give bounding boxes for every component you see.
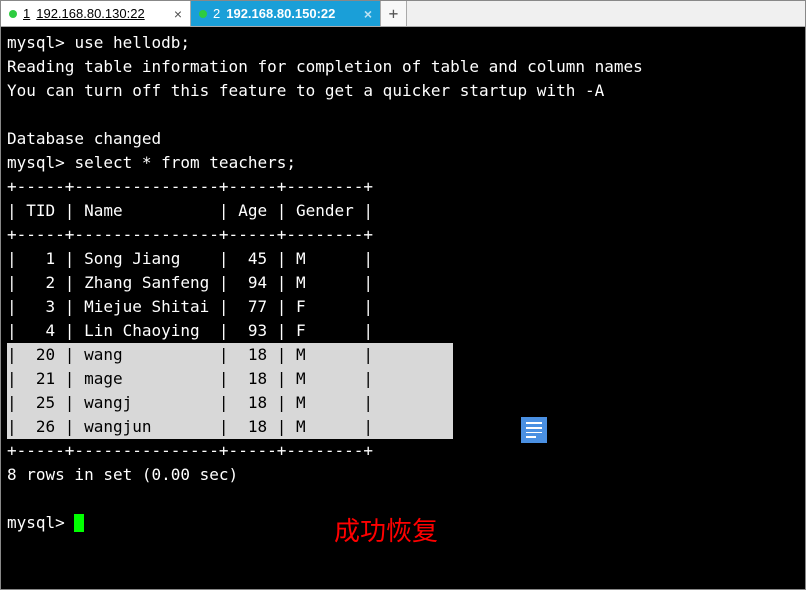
- tab-title: 192.168.80.130:22: [36, 6, 144, 21]
- tab-session-2[interactable]: 2 192.168.80.150:22 ×: [191, 1, 381, 26]
- status-dot-icon: [9, 10, 17, 18]
- command-select: select * from teachers;: [74, 153, 296, 172]
- table-row: | 4 | Lin Chaoying | 93 | F |: [7, 321, 373, 340]
- table-row: | 1 | Song Jiang | 45 | M |: [7, 249, 373, 268]
- tab-number: 1: [23, 6, 30, 21]
- prompt: mysql>: [7, 513, 65, 532]
- table-row-highlighted: | 21 | mage | 18 | M |: [7, 367, 453, 391]
- prompt: mysql>: [7, 33, 65, 52]
- table-row-highlighted: | 26 | wangjun | 18 | M |: [7, 415, 453, 439]
- status-dot-icon: [199, 10, 207, 18]
- annotation-text: 成功恢复: [334, 512, 438, 551]
- tab-session-1[interactable]: 1 192.168.80.130:22 ×: [1, 1, 191, 26]
- msg-reading: Reading table information for completion…: [7, 57, 643, 76]
- close-icon[interactable]: ×: [174, 6, 182, 22]
- new-tab-button[interactable]: +: [381, 1, 407, 26]
- command-use: use hellodb;: [74, 33, 190, 52]
- document-icon: [521, 417, 547, 443]
- terminal-output[interactable]: mysql> use hellodb; Reading table inform…: [1, 27, 805, 589]
- result-summary: 8 rows in set (0.00 sec): [7, 465, 238, 484]
- table-border: +-----+---------------+-----+--------+: [7, 441, 373, 460]
- msg-dbchanged: Database changed: [7, 129, 161, 148]
- table-border: +-----+---------------+-----+--------+: [7, 177, 373, 196]
- tab-number: 2: [213, 6, 220, 21]
- table-border: +-----+---------------+-----+--------+: [7, 225, 373, 244]
- prompt: mysql>: [7, 153, 65, 172]
- table-row-highlighted: | 25 | wangj | 18 | M |: [7, 391, 453, 415]
- table-row: | 2 | Zhang Sanfeng | 94 | M |: [7, 273, 373, 292]
- msg-turnoff: You can turn off this feature to get a q…: [7, 81, 604, 100]
- table-header: | TID | Name | Age | Gender |: [7, 201, 373, 220]
- tab-bar: 1 192.168.80.130:22 × 2 192.168.80.150:2…: [1, 1, 805, 27]
- table-row: | 3 | Miejue Shitai | 77 | F |: [7, 297, 373, 316]
- close-icon[interactable]: ×: [364, 6, 372, 22]
- tab-title: 192.168.80.150:22: [226, 6, 335, 21]
- cursor: [74, 514, 84, 532]
- table-row-highlighted: | 20 | wang | 18 | M |: [7, 343, 453, 367]
